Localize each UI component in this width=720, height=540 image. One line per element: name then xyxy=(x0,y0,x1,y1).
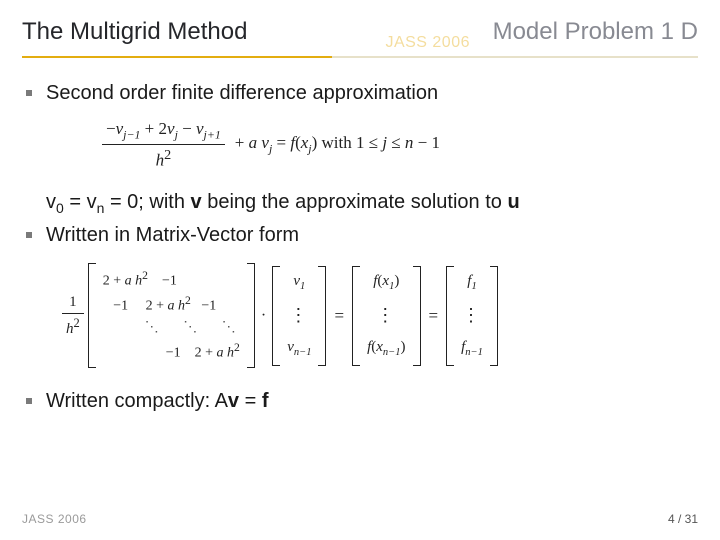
page-number: 4 / 31 xyxy=(668,512,698,526)
boundary-condition-text: v0 = vn = 0; with v being the approximat… xyxy=(46,189,520,218)
eq1-denominator: h2 xyxy=(102,145,225,171)
bullet-text-2: Written in Matrix-Vector form xyxy=(46,222,299,249)
equals-sign-1: = xyxy=(334,306,344,326)
tridiagonal-matrix: 2 + a h2 −1 −1 2 + a h2 −1 ⋱ ⋱ ⋱ −1 2 + … xyxy=(88,263,255,368)
equation-finite-difference: −vj−1 + 2vj − vj+1 h2 + a vj = f(xj) wit… xyxy=(102,119,698,171)
slide-title-right: Model Problem 1 D xyxy=(493,18,698,46)
vector-f: f1 ⋮ fn−1 xyxy=(446,266,498,366)
bullet-item-2: Written in Matrix-Vector form xyxy=(22,222,698,249)
title-underline xyxy=(22,56,698,62)
dot-operator: · xyxy=(261,307,266,325)
matrix-coef-den: h2 xyxy=(62,314,84,338)
boundary-condition-line: v0 = vn = 0; with v being the approximat… xyxy=(22,189,698,218)
matrix-vector-equation: 1 h2 2 + a h2 −1 −1 2 + a h2 −1 ⋱ ⋱ ⋱ −1… xyxy=(62,263,698,368)
bullet-item-3: Written compactly: Av = f xyxy=(22,388,698,415)
slide-title-left: The Multigrid Method xyxy=(22,18,247,46)
vector-v: v1 ⋮ vn−1 xyxy=(272,266,326,366)
matrix-coef-num: 1 xyxy=(62,294,84,314)
bullet-item-1: Second order finite difference approxima… xyxy=(22,80,698,107)
bullet-text-3: Written compactly: Av = f xyxy=(46,388,269,415)
eq1-numerator: −vj−1 + 2vj − vj+1 xyxy=(102,119,225,145)
eq1-rest: + a vj = f(xj) with 1 ≤ j ≤ n − 1 xyxy=(235,133,440,152)
bullet-text-1: Second order finite difference approxima… xyxy=(46,80,438,107)
equals-sign-2: = xyxy=(429,306,439,326)
footer-left: JASS 2006 xyxy=(22,512,87,526)
vector-fx: f(x1) ⋮ f(xn−1) xyxy=(352,266,420,366)
